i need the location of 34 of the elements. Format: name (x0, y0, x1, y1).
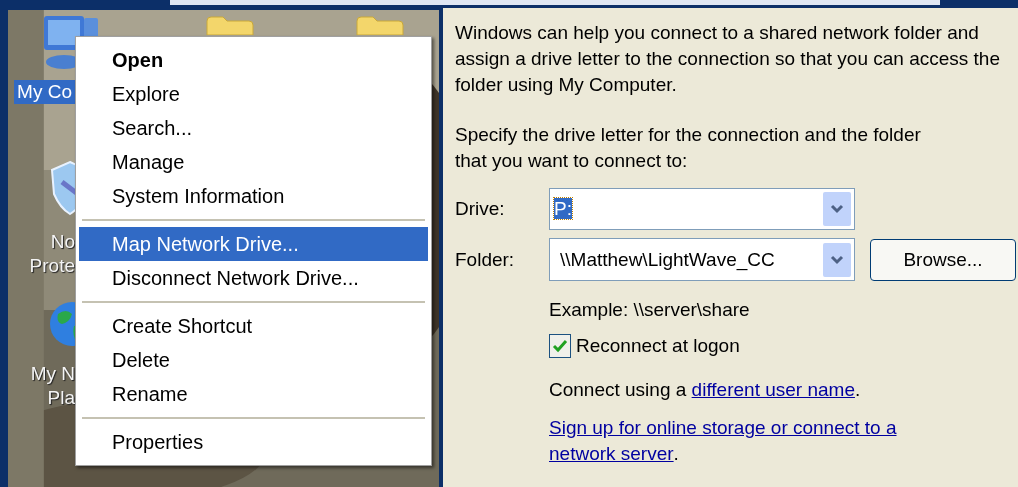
menu-item[interactable]: Manage (79, 145, 428, 179)
field-label: Drive: (455, 197, 506, 221)
menu-item[interactable]: Disconnect Network Drive... (79, 261, 428, 295)
signup-link[interactable]: Sign up for online storage or connect to a (549, 415, 897, 441)
period-text: . (673, 442, 679, 466)
drive-dropdown[interactable]: P: (549, 188, 855, 230)
menu-item[interactable]: Search... (79, 111, 428, 145)
signup-link[interactable]: network server (549, 441, 674, 467)
folder-value: \\Matthew\LightWave_CC (560, 247, 776, 273)
browse-button[interactable]: Browse... (870, 238, 1016, 281)
field-label: Folder: (455, 247, 516, 272)
menu-item[interactable]: Delete (79, 343, 428, 377)
menu-item[interactable]: Properties (79, 425, 428, 459)
chevron-down-icon[interactable] (823, 242, 851, 277)
menu-item[interactable]: Rename (79, 377, 428, 411)
icon-label[interactable]: Pla (30, 386, 75, 410)
checkbox[interactable] (549, 334, 571, 358)
different-user-link[interactable]: different user name (691, 379, 855, 400)
menu-item[interactable]: Create Shortcut (79, 309, 428, 343)
menu-item[interactable]: Open (79, 43, 428, 77)
intro-text: Windows can help you connect to a shared network folder and assign a drive letter to the connection so that you can access the folder using My Computer. (455, 21, 1000, 97)
shield-icon (48, 160, 75, 216)
example-text: Example: \\server\share (549, 298, 751, 322)
instruction-text: Specify the drive letter for the connection and the folder that you want to connect to: (455, 123, 922, 173)
menu-item[interactable]: System Information (79, 179, 428, 213)
menu-item[interactable]: Explore (79, 77, 428, 111)
checkbox-label: Reconnect at logon (576, 334, 740, 358)
menu-item[interactable]: Map Network Drive... (79, 227, 428, 261)
folder-dropdown[interactable]: \\Matthew\LightWave_CC (549, 238, 855, 281)
checkmark-icon (552, 339, 568, 353)
drive-value: P: (554, 197, 573, 221)
connect-text: Connect using a different user name. (549, 378, 862, 402)
icon-label[interactable]: My N (30, 362, 75, 386)
chevron-down-icon[interactable] (823, 192, 851, 226)
